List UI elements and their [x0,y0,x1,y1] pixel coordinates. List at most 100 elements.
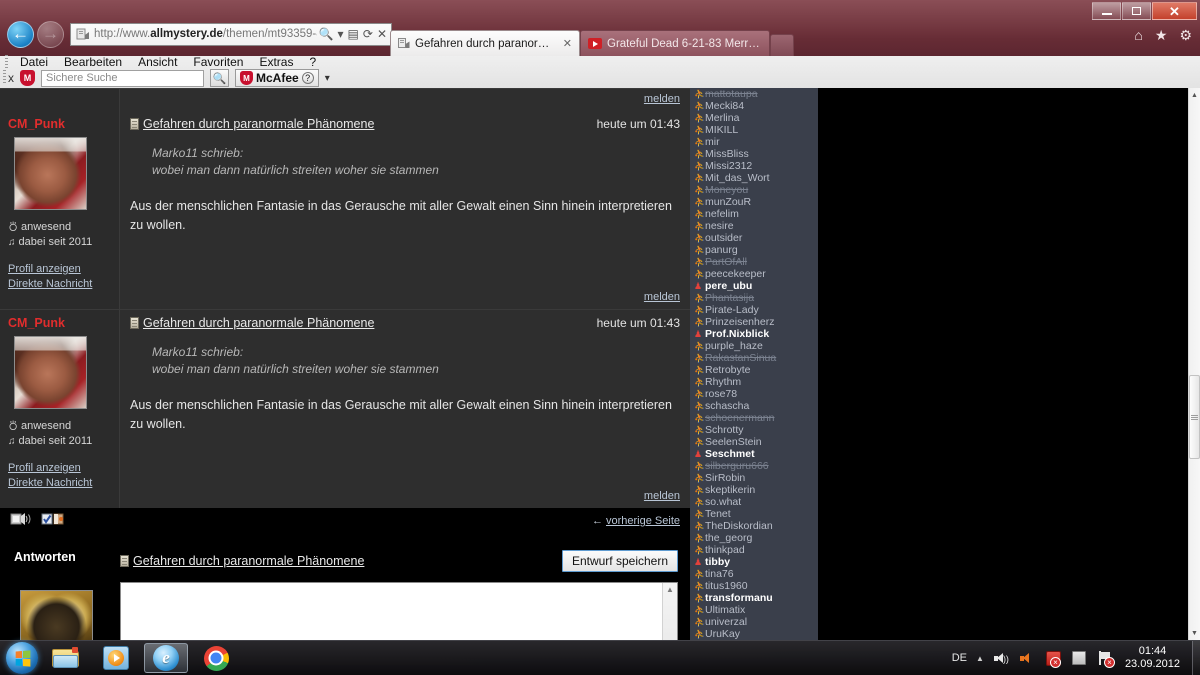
tab-close-icon[interactable]: ✕ [563,37,572,50]
language-indicator[interactable]: DE [952,652,967,664]
action-center-icon[interactable] [1071,650,1088,666]
scrollbar-thumb[interactable] [1189,375,1200,459]
menu-item-bearbeiten[interactable]: Bearbeiten [64,55,122,69]
report-label[interactable]: melden [644,93,680,105]
user-list-item[interactable]: ⛹ munZouR [694,196,818,208]
menu-item-datei[interactable]: Datei [20,55,48,69]
taskbar-item-media-player[interactable] [94,643,138,673]
user-list-item[interactable]: ⛹ silberguru666 [694,460,818,472]
show-hidden-icons-chevron[interactable]: ▲ [976,654,984,663]
user-list-item[interactable]: ⛹ Mit_das_Wort [694,172,818,184]
user-name[interactable]: munZouR [705,196,751,208]
user-name[interactable]: univerzal [705,616,747,628]
report-link[interactable]: melden [644,287,680,305]
user-name[interactable]: SeelenStein [705,436,762,448]
user-name[interactable]: skeptikerin [705,484,755,496]
user-list-item[interactable]: ⛹ schoenermann [694,412,818,424]
user-list-item[interactable]: ⛹ MissBliss [694,148,818,160]
clock[interactable]: 01:44 23.09.2012 [1125,645,1180,671]
user-list-item[interactable]: ⛹ SeelenStein [694,436,818,448]
start-button[interactable] [6,642,38,674]
menu-item-extras[interactable]: Extras [259,55,293,69]
user-name[interactable]: rose78 [705,388,737,400]
taskbar-item-explorer[interactable] [44,643,88,673]
user-name[interactable]: panurg [705,244,738,256]
view-profile-link[interactable]: Profil anzeigen [8,461,111,476]
user-list-item[interactable]: ⛹ RakastanSinua [694,352,818,364]
report-label[interactable]: melden [644,490,680,502]
sound-toggle-icon[interactable] [10,512,32,531]
user-name[interactable]: purple_haze [705,340,763,352]
report-link[interactable]: melden [644,486,680,504]
show-desktop-button[interactable] [1192,640,1200,675]
user-list-item[interactable]: ⛹ Merlina [694,112,818,124]
menu-grip[interactable] [5,55,8,69]
address-url[interactable]: http://www.allmystery.de/themen/mt93359-… [94,28,317,40]
previous-page-link[interactable]: ← vorherige Seite [592,515,680,527]
user-name[interactable]: the_georg [705,532,752,544]
user-list-item[interactable]: ⛹ skeptikerin [694,484,818,496]
maximize-button[interactable] [1122,2,1151,20]
scroll-up-arrow[interactable]: ▲ [1189,88,1200,102]
thread-title-link[interactable]: Gefahren durch paranormale Phänomene [143,117,374,131]
thread-title-link[interactable]: Gefahren durch paranormale Phänomene [143,316,374,330]
user-name[interactable]: outsider [705,232,742,244]
mcafee-logo-button[interactable]: M McAfee ? [235,69,319,87]
user-name[interactable]: tibby [705,556,730,568]
user-list-item[interactable]: ⛹ TheDiskordian [694,520,818,532]
gear-icon[interactable]: ⚙ [1179,27,1192,44]
user-list-item[interactable]: ⛹ peecekeeper [694,268,818,280]
address-bar[interactable]: http://www.allmystery.de/themen/mt93359-… [70,22,392,46]
post-username[interactable]: CM_Punk [8,316,111,330]
user-name[interactable]: Seschmet [705,448,755,460]
user-name[interactable]: transformanu [705,592,773,604]
user-list-item[interactable]: ♟ pere_ubu [694,280,818,292]
volume-icon[interactable]: )) [993,650,1010,666]
user-list-item[interactable]: ⛹ Pirate-Lady [694,304,818,316]
user-name[interactable]: SirRobin [705,472,745,484]
user-list-item[interactable]: ⛹ Prinzeisenherz [694,316,818,328]
user-name[interactable]: Mit_das_Wort [705,172,770,184]
user-list-item[interactable]: ⛹ tina76 [694,568,818,580]
user-name[interactable]: MIKILL [705,124,738,136]
user-name[interactable]: MissBliss [705,148,749,160]
network-alert-icon[interactable] [1097,650,1115,668]
user-list-item[interactable]: ⛹ thinkpad [694,544,818,556]
user-name[interactable]: schascha [705,400,749,412]
report-label[interactable]: melden [644,291,680,303]
user-list-item[interactable]: ⛹ mattotaupa [694,88,818,100]
mcafee-dropdown-icon[interactable]: ▾ [325,73,330,84]
direct-message-link[interactable]: Direkte Nachricht [8,277,111,292]
compatibility-view-icon[interactable]: ▤ [348,27,359,41]
menu-item-ansicht[interactable]: Ansicht [138,55,177,69]
user-name[interactable]: PartOfAll [705,256,747,268]
user-list-item[interactable]: ⛹ titus1960 [694,580,818,592]
user-name[interactable]: Prinzeisenherz [705,316,774,328]
user-name[interactable]: RakastanSinua [705,352,776,364]
user-name[interactable]: UruKay [705,628,740,640]
previous-page-label[interactable]: vorherige Seite [606,515,680,527]
user-name[interactable]: so.what [705,496,741,508]
user-list-item[interactable]: ⛹ Tenet [694,508,818,520]
user-list-item[interactable]: ⛹ purple_haze [694,340,818,352]
user-name[interactable]: Ultimatix [705,604,745,616]
notify-toggle-icon[interactable] [41,512,65,531]
view-profile-link[interactable]: Profil anzeigen [8,262,111,277]
help-icon[interactable]: ? [301,72,314,84]
user-list-item[interactable]: ⛹ SirRobin [694,472,818,484]
report-link[interactable]: melden [644,89,680,107]
avatar[interactable] [14,137,87,210]
user-list-item[interactable]: ⛹ UruKay [694,628,818,640]
user-name[interactable]: TheDiskordian [705,520,773,532]
user-name[interactable]: schoenermann [705,412,774,424]
user-name[interactable]: Retrobyte [705,364,751,376]
user-list-item[interactable]: ⛹ Moneyou [694,184,818,196]
user-name[interactable]: Mecki84 [705,100,744,112]
user-list-item[interactable]: ⛹ outsider [694,232,818,244]
reply-textarea[interactable] [121,583,662,640]
user-list-item[interactable]: ♟ tibby [694,556,818,568]
chevron-down-icon[interactable]: ▾ [338,27,344,41]
user-list-item[interactable]: ♟ Seschmet [694,448,818,460]
toolbar-close-icon[interactable]: x [8,71,14,85]
taskbar-item-chrome[interactable] [194,643,238,673]
